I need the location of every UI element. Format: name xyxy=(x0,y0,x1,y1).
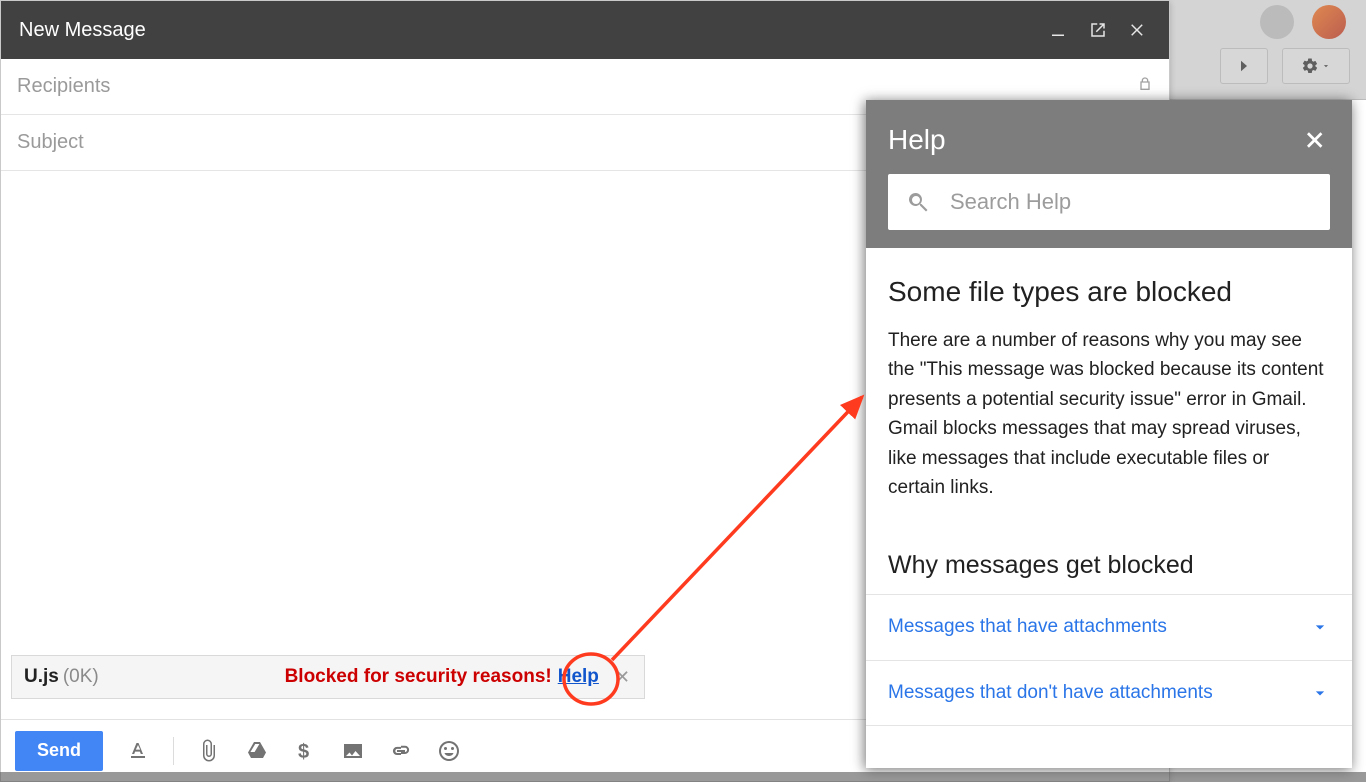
separator xyxy=(173,737,174,765)
help-title: Help xyxy=(888,124,1302,156)
accordion-item[interactable]: Messages that have attachments xyxy=(866,594,1352,660)
nav-forward-button[interactable] xyxy=(1220,48,1268,84)
attachment-file-name: U.js xyxy=(24,666,59,688)
compose-title: New Message xyxy=(19,19,146,42)
drive-icon[interactable] xyxy=(244,738,270,764)
help-panel: Help Some file types are blocked There a… xyxy=(866,100,1352,768)
avatar xyxy=(1260,5,1294,39)
chevron-down-icon xyxy=(1310,683,1330,703)
help-search-input[interactable] xyxy=(950,189,1312,215)
attachment-blocked-text: Blocked for security reasons! xyxy=(285,666,552,688)
avatar xyxy=(1312,5,1346,39)
link-icon[interactable] xyxy=(388,738,414,764)
money-icon[interactable]: $ xyxy=(292,738,318,764)
help-content: Some file types are blocked There are a … xyxy=(866,248,1352,768)
popout-icon[interactable] xyxy=(1085,17,1111,43)
lock-icon[interactable] xyxy=(1137,75,1153,99)
attachment-chip: U.js (0K) Blocked for security reasons! … xyxy=(11,655,645,699)
help-section-heading: Why messages get blocked xyxy=(888,551,1330,580)
accordion-item[interactable]: Messages that don't have attachments xyxy=(866,660,1352,726)
attach-icon[interactable] xyxy=(196,738,222,764)
recipients-placeholder: Recipients xyxy=(17,75,110,98)
help-article-body: There are a number of reasons why you ma… xyxy=(888,326,1330,503)
help-header: Help xyxy=(866,100,1352,248)
minimize-icon[interactable] xyxy=(1045,17,1071,43)
attachment-remove-icon[interactable]: ✕ xyxy=(611,667,634,688)
attachment-file-size: (0K) xyxy=(63,666,99,688)
accordion-label: Messages that don't have attachments xyxy=(888,682,1310,704)
close-icon[interactable] xyxy=(1302,126,1330,154)
attachment-help-link[interactable]: Help xyxy=(558,666,599,688)
chevron-down-icon xyxy=(1310,617,1330,637)
emoji-icon[interactable] xyxy=(436,738,462,764)
svg-text:$: $ xyxy=(298,741,309,763)
close-icon[interactable] xyxy=(1125,17,1151,43)
help-article-heading: Some file types are blocked xyxy=(888,276,1330,308)
compose-titlebar[interactable]: New Message xyxy=(1,1,1169,59)
bottom-shadow xyxy=(0,772,1366,782)
background-topbar xyxy=(1170,0,1366,100)
search-icon xyxy=(906,190,930,214)
settings-button[interactable] xyxy=(1282,48,1350,84)
help-search[interactable] xyxy=(888,174,1330,230)
photo-icon[interactable] xyxy=(340,738,366,764)
accordion-label: Messages that have attachments xyxy=(888,616,1310,638)
send-button[interactable]: Send xyxy=(15,731,103,771)
formatting-icon[interactable] xyxy=(125,738,151,764)
subject-placeholder: Subject xyxy=(17,131,84,154)
